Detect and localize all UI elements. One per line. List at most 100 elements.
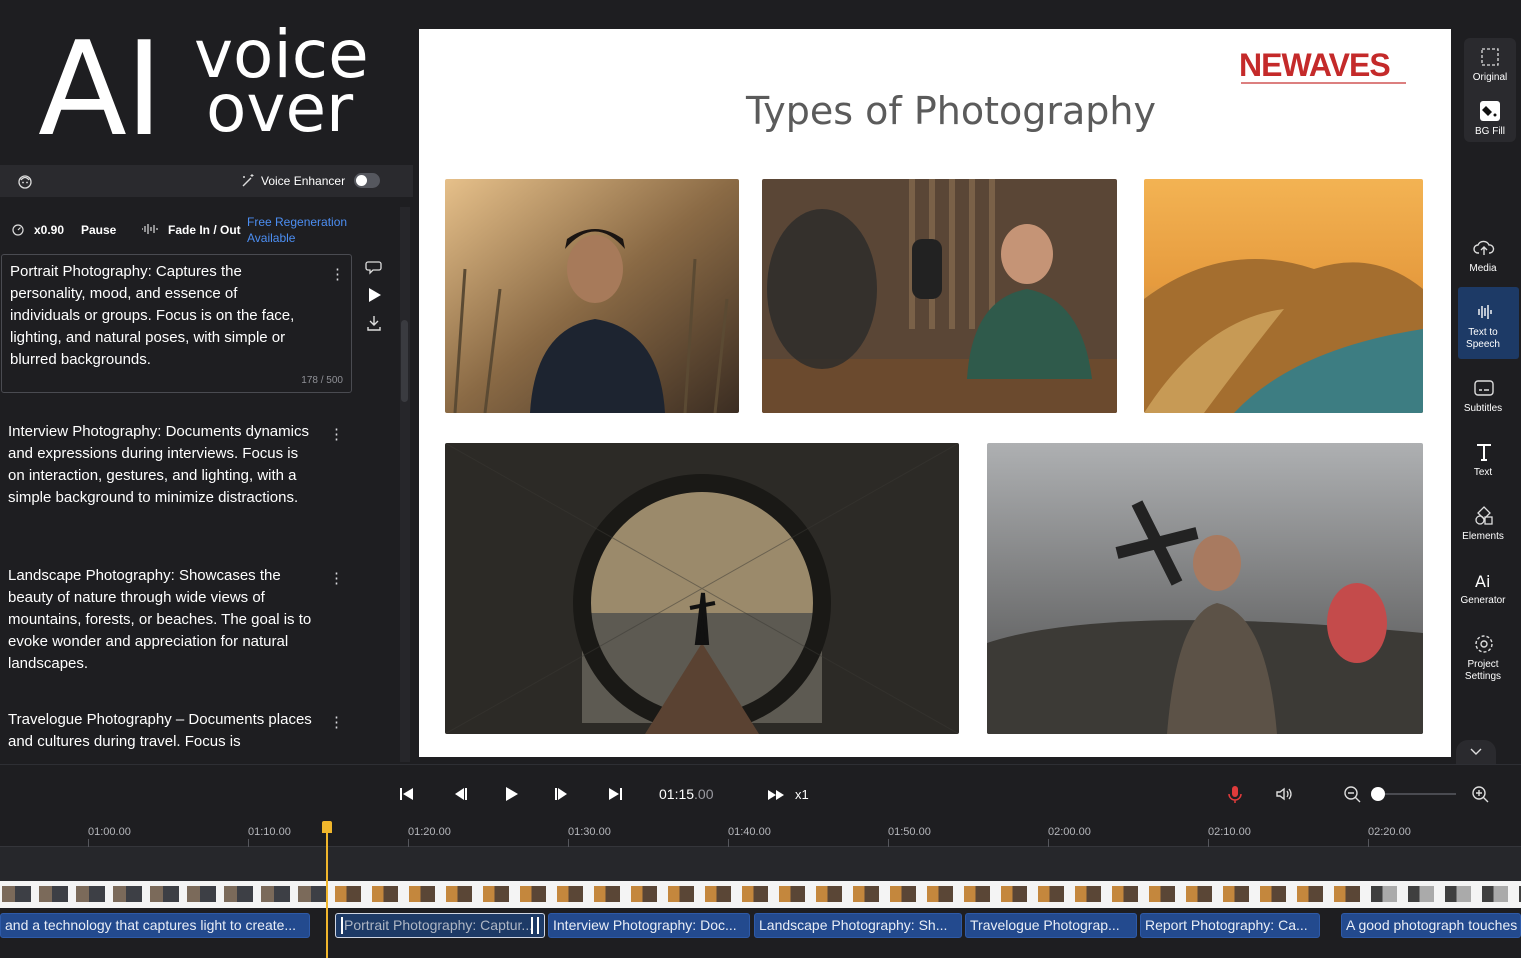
segment-menu-icon[interactable] xyxy=(329,713,344,731)
video-thumbnail xyxy=(150,886,179,902)
playback-speed-icon[interactable] xyxy=(766,785,786,805)
slide-logo-underline xyxy=(1241,82,1406,84)
ruler-label: 02:00.00 xyxy=(1048,826,1091,838)
next-frame-icon[interactable] xyxy=(552,784,572,804)
interview-photo[interactable] xyxy=(762,179,1117,413)
rail-collapse-button[interactable] xyxy=(1456,740,1496,764)
rail-project-settings[interactable]: Project Settings xyxy=(1451,629,1515,689)
playhead[interactable] xyxy=(326,822,328,958)
gear-icon xyxy=(1475,635,1493,653)
rail-subtitles[interactable]: Subtitles xyxy=(1451,373,1515,433)
zoom-in-icon[interactable] xyxy=(1470,784,1490,804)
video-thumbnail xyxy=(779,886,805,902)
segment-text: Landscape Photography: Showcases the bea… xyxy=(8,567,312,672)
subtitle-clip[interactable]: and a technology that captures light to … xyxy=(0,913,310,938)
download-icon[interactable] xyxy=(365,314,383,332)
voice-avatar-icon[interactable] xyxy=(16,172,34,190)
original-button[interactable]: Original xyxy=(1464,42,1516,102)
brand-banner: AI voice over xyxy=(0,0,413,165)
skip-to-end-icon[interactable] xyxy=(605,784,625,804)
portrait-photo[interactable] xyxy=(445,179,739,413)
ruler-tick xyxy=(728,839,729,847)
video-thumbnail xyxy=(1149,886,1175,902)
playback-speed[interactable]: x1 xyxy=(795,787,809,802)
segment-menu-icon[interactable] xyxy=(329,569,344,587)
shapes-icon xyxy=(1475,506,1493,525)
clip-trim-handle-right[interactable] xyxy=(537,917,539,934)
voice-bar: Voice Enhancer xyxy=(0,165,413,197)
zoom-slider-track[interactable] xyxy=(1378,793,1456,795)
segment-item[interactable]: Interview Photography: Documents dynamic… xyxy=(8,421,318,509)
video-thumbnail xyxy=(1371,886,1397,902)
play-icon[interactable] xyxy=(365,286,383,304)
segment-item[interactable]: Landscape Photography: Showcases the bea… xyxy=(8,565,318,675)
left-panel: AI voice over Voice Enhancer x0.90 Pause… xyxy=(0,0,413,764)
rail-label: Text xyxy=(1473,467,1493,478)
rail-text-to-speech[interactable]: Text to Speech xyxy=(1451,297,1515,357)
subtitle-track[interactable]: and a technology that captures light to … xyxy=(0,909,1521,958)
subtitle-clip[interactable]: A good photograph touches xyxy=(1341,913,1521,938)
fade-in-out-button[interactable]: Fade In / Out xyxy=(168,223,241,237)
empty-track[interactable] xyxy=(0,847,1521,881)
rail-label: Elements xyxy=(1462,531,1504,542)
previous-frame-icon[interactable] xyxy=(450,784,470,804)
video-thumbnail xyxy=(409,886,435,902)
subtitle-clip-selected[interactable]: Portrait Photography: Captur... xyxy=(335,913,545,938)
original-label: Original xyxy=(1472,72,1508,83)
fisherman-photo[interactable] xyxy=(445,443,959,734)
segments-scroll-thumb[interactable] xyxy=(401,320,408,402)
ruler-label: 01:40.00 xyxy=(728,826,771,838)
clip-trim-handle-left[interactable] xyxy=(341,917,343,934)
segment-menu-icon[interactable] xyxy=(329,425,344,443)
segments-scrollbar[interactable] xyxy=(400,207,410,762)
timeline-ruler[interactable]: 01:00.00 01:10.00 01:20.00 01:30.00 01:4… xyxy=(0,815,1521,847)
play-icon[interactable] xyxy=(501,784,521,804)
rail-generator[interactable]: Ai Generator xyxy=(1451,565,1515,625)
slide-title[interactable]: Types of Photography xyxy=(419,89,1483,133)
zoom-slider-handle[interactable] xyxy=(1371,787,1385,801)
pause-button[interactable]: Pause xyxy=(81,223,116,237)
segment-editor-active[interactable]: Portrait Photography: Captures the perso… xyxy=(1,254,352,393)
regen-line-1: Free Regeneration xyxy=(247,215,348,229)
voice-enhancer-toggle[interactable] xyxy=(354,173,380,188)
video-thumbnail xyxy=(1075,886,1101,902)
clip-trim-handle-right[interactable] xyxy=(531,917,533,934)
video-thumbnail xyxy=(372,886,398,902)
ruler-label: 02:20.00 xyxy=(1368,826,1411,838)
subtitle-clip[interactable]: Travelogue Photograp... xyxy=(965,913,1137,938)
rail-text[interactable]: Text xyxy=(1451,437,1515,497)
rail-media[interactable]: Media xyxy=(1451,233,1515,293)
video-thumbnail xyxy=(1260,886,1286,902)
brand-over-text: over xyxy=(206,70,354,147)
regenerate-icon[interactable] xyxy=(365,258,383,276)
volume-icon[interactable] xyxy=(1274,784,1294,804)
speed-button[interactable]: x0.90 xyxy=(34,223,64,237)
microphone-icon[interactable] xyxy=(1225,784,1245,804)
video-track[interactable] xyxy=(0,881,1521,908)
video-thumbnail xyxy=(890,886,916,902)
text-t-icon xyxy=(1477,444,1491,461)
subtitle-clip[interactable]: Interview Photography: Doc... xyxy=(548,913,750,938)
free-regeneration-link[interactable]: Free Regeneration Available xyxy=(247,214,347,246)
video-thumbnail xyxy=(298,886,327,902)
segment-text[interactable]: Portrait Photography: Captures the perso… xyxy=(10,261,310,371)
segment-menu-icon[interactable] xyxy=(330,265,345,283)
zoom-out-icon[interactable] xyxy=(1342,784,1362,804)
subtitle-clip[interactable]: Report Photography: Ca... xyxy=(1140,913,1320,938)
landscape-photo[interactable] xyxy=(1144,179,1423,413)
slide-canvas[interactable]: NEWAVES Types of Photography xyxy=(419,29,1451,757)
ruler-label: 01:50.00 xyxy=(888,826,931,838)
skip-to-start-icon[interactable] xyxy=(397,784,417,804)
cloud-upload-icon xyxy=(1473,240,1495,255)
ruler-tick xyxy=(888,839,889,847)
video-thumbnail xyxy=(1038,886,1064,902)
video-thumbnail xyxy=(927,886,953,902)
segment-item[interactable]: Travelogue Photography – Documents place… xyxy=(8,709,318,762)
report-photo[interactable] xyxy=(987,443,1423,734)
video-thumbnail xyxy=(631,886,657,902)
bg-fill-button[interactable]: BG Fill xyxy=(1464,96,1516,156)
rail-elements[interactable]: Elements xyxy=(1451,501,1515,561)
video-thumbnail xyxy=(39,886,68,902)
subtitle-clip[interactable]: Landscape Photography: Sh... xyxy=(754,913,962,938)
ruler-tick xyxy=(568,839,569,847)
